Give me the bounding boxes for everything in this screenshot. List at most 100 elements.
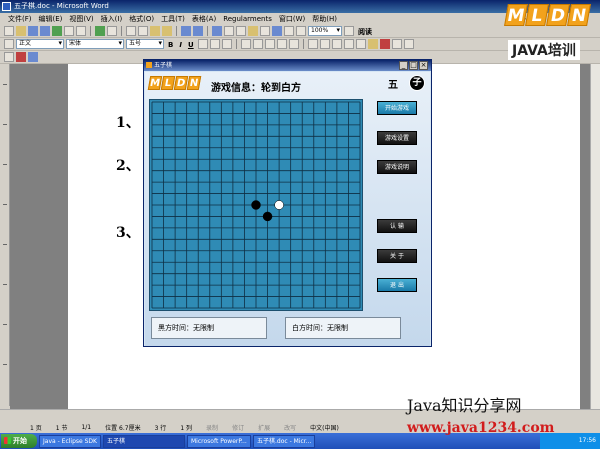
hyperlink-icon[interactable] [212, 26, 222, 36]
black-stone [251, 200, 261, 210]
menu-help[interactable]: 帮助(H) [312, 14, 337, 24]
gomoku-window[interactable]: 五子棋 _ □ × M L D N 游戏信息：轮到白方 五 子 开始游戏 游戏设… [143, 59, 432, 347]
new-icon[interactable] [4, 26, 14, 36]
about-button[interactable]: 关 于 [377, 249, 417, 263]
task-word[interactable]: 五子棋.doc - Micr... [253, 434, 315, 448]
help-icon[interactable] [344, 26, 354, 36]
font-color-icon[interactable] [379, 39, 390, 49]
phonetic-guide-icon[interactable] [391, 39, 402, 49]
menu-format[interactable]: 格式(O) [129, 14, 154, 24]
status-line: 3 行 [154, 424, 167, 432]
menu-edit[interactable]: 编辑(E) [39, 14, 63, 24]
line-spacing-icon[interactable] [288, 39, 299, 49]
logo-subtitle: JAVA培训 [508, 40, 580, 60]
minimize-button[interactable]: _ [399, 61, 408, 70]
document-map-icon[interactable] [284, 26, 294, 36]
columns-icon[interactable] [260, 26, 270, 36]
spelling-icon[interactable] [95, 26, 105, 36]
show-hide-icon[interactable] [296, 26, 306, 36]
print-icon[interactable] [64, 26, 74, 36]
vertical-ruler [0, 64, 10, 406]
paste-icon[interactable] [150, 26, 160, 36]
drawing-icon[interactable] [272, 26, 282, 36]
toolbar-separator [235, 39, 237, 49]
task-powerpoint[interactable]: Microsoft PowerP... [187, 434, 251, 448]
align-justify-icon[interactable] [240, 39, 251, 49]
gomoku-titlebar[interactable]: 五子棋 _ □ × [144, 60, 431, 71]
game-board[interactable] [149, 99, 363, 311]
insert-table-icon[interactable] [236, 26, 246, 36]
menu-file[interactable]: 文件(F) [8, 14, 32, 24]
macro-icon[interactable] [28, 52, 38, 62]
undo-icon[interactable] [181, 26, 191, 36]
menu-view[interactable]: 视图(V) [69, 14, 93, 24]
style-select[interactable]: 正文 [16, 39, 64, 49]
email-icon[interactable] [52, 26, 62, 36]
format-painter-icon[interactable] [162, 26, 172, 36]
align-right-icon[interactable] [264, 39, 275, 49]
status-rec[interactable]: 录制 [206, 423, 218, 432]
status-trk[interactable]: 修订 [232, 423, 244, 432]
tables-borders-icon[interactable] [224, 26, 234, 36]
doc-list-number: 2、 [116, 158, 140, 174]
menu-window[interactable]: 窗口(W) [279, 14, 305, 24]
start-game-button[interactable]: 开始游戏 [377, 101, 417, 115]
cut-icon[interactable] [126, 26, 136, 36]
bold-button[interactable]: B [166, 39, 175, 49]
word-app-icon [2, 2, 11, 11]
stop-icon[interactable] [16, 52, 26, 62]
print-preview-icon[interactable] [76, 26, 86, 36]
enclosed-char-icon[interactable] [403, 39, 414, 49]
zoom-select[interactable]: 100% [308, 26, 342, 36]
clock[interactable]: 17:56 [579, 437, 596, 444]
game-help-button[interactable]: 游戏说明 [377, 160, 417, 174]
align-center-icon[interactable] [252, 39, 263, 49]
font-size-select[interactable]: 五号 [126, 39, 164, 49]
menu-insert[interactable]: 插入(I) [101, 14, 123, 24]
bullets-icon[interactable] [319, 39, 330, 49]
increase-indent-icon[interactable] [343, 39, 354, 49]
redo-icon[interactable] [193, 26, 203, 36]
menu-regularments[interactable]: Regularments [223, 15, 272, 23]
task-eclipse[interactable]: Java - Eclipse SDK [39, 434, 101, 448]
task-gomoku[interactable]: 五子棋 [103, 434, 185, 448]
ruler-tick [3, 364, 7, 365]
highlight-icon[interactable] [367, 39, 378, 49]
char-shading-icon[interactable] [209, 39, 220, 49]
start-button[interactable]: 开始 [1, 434, 37, 448]
menu-table[interactable]: 表格(A) [192, 14, 216, 24]
italic-button[interactable]: I [177, 39, 184, 49]
font-select[interactable]: 宋体 [66, 39, 124, 49]
styles-pane-icon[interactable] [4, 39, 14, 49]
logo-letter: L [525, 4, 549, 26]
resign-button[interactable]: 认 输 [377, 219, 417, 233]
char-scaling-icon[interactable] [221, 39, 232, 49]
copy-icon[interactable] [138, 26, 148, 36]
exit-button[interactable]: 退 出 [377, 278, 417, 292]
insert-excel-icon[interactable] [248, 26, 258, 36]
menu-tools[interactable]: 工具(T) [161, 14, 185, 24]
vertical-scrollbar[interactable] [590, 64, 600, 409]
turn-stone: 子 [409, 75, 425, 91]
enclose-char-icon[interactable] [355, 39, 366, 49]
char-border-icon[interactable] [197, 39, 208, 49]
doc-list-number: 3、 [116, 225, 140, 241]
save-icon[interactable] [28, 26, 38, 36]
read-button[interactable]: 阅读 [356, 26, 374, 36]
underline-button[interactable]: U [186, 39, 196, 49]
status-ovr[interactable]: 改写 [284, 423, 296, 432]
research-icon[interactable] [107, 26, 117, 36]
permission-icon[interactable] [40, 26, 50, 36]
close-button[interactable]: × [419, 61, 428, 70]
numbering-icon[interactable] [307, 39, 318, 49]
open-icon[interactable] [16, 26, 26, 36]
decrease-indent-icon[interactable] [331, 39, 342, 49]
status-ext[interactable]: 扩展 [258, 423, 270, 432]
toolbar-options-icon[interactable] [4, 52, 14, 62]
distributed-icon[interactable] [276, 39, 287, 49]
board-grid[interactable] [150, 100, 362, 310]
gomoku-logo: M L D N [147, 76, 202, 90]
ruler-tick [3, 244, 7, 245]
game-settings-button[interactable]: 游戏设置 [377, 131, 417, 145]
maximize-button[interactable]: □ [409, 61, 418, 70]
